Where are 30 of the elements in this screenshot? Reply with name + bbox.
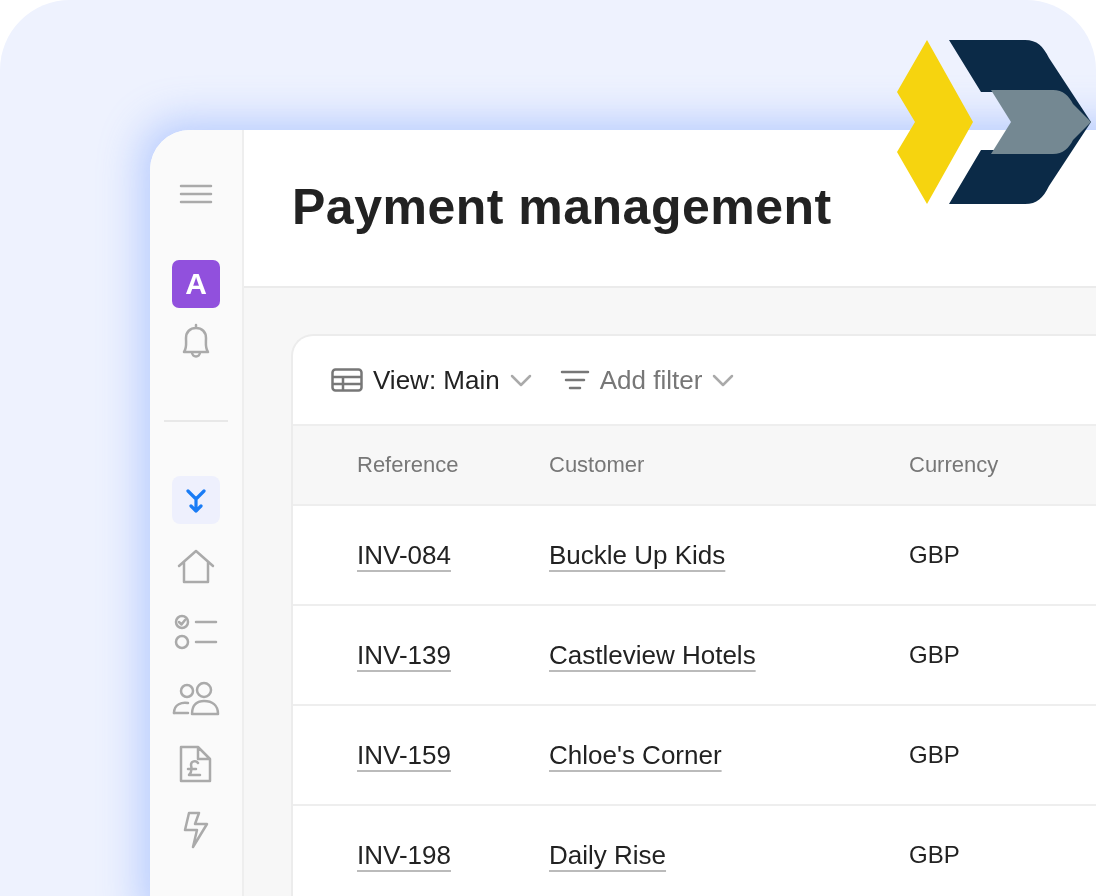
customer-link[interactable]: Castleview Hotels <box>549 639 756 670</box>
customer-link[interactable]: Buckle Up Kids <box>549 539 726 570</box>
filter-dropdown[interactable]: Add filter <box>559 364 735 396</box>
filter-icon <box>559 370 590 390</box>
avatar[interactable]: A <box>172 260 220 308</box>
caret-icon <box>509 373 532 387</box>
people-icon <box>172 680 220 716</box>
reference-link[interactable]: INV-198 <box>357 839 451 870</box>
pound-document-icon <box>178 744 214 784</box>
lightning-bolt-icon <box>181 810 211 850</box>
table-cell: GBP <box>909 641 960 668</box>
table-cell: GBP <box>909 741 960 768</box>
column-header[interactable]: Currency <box>909 452 999 477</box>
customer-link[interactable]: Chloe's Corner <box>549 739 722 770</box>
caret-icon <box>712 373 735 387</box>
reference-link[interactable]: INV-084 <box>357 539 451 570</box>
customer-link[interactable]: Daily Rise <box>549 839 667 870</box>
page-title: Payment management <box>292 178 833 236</box>
home-icon <box>176 548 216 584</box>
nav-button[interactable] <box>172 476 220 524</box>
checklist-icon <box>174 614 218 650</box>
column-header[interactable]: Customer <box>549 452 645 477</box>
table-cell: GBP <box>909 541 960 568</box>
view-dropdown[interactable]: View: Main <box>331 364 532 396</box>
table-cell: GBP <box>909 841 960 868</box>
reference-link[interactable]: INV-139 <box>357 639 451 670</box>
menu-icon <box>179 184 213 204</box>
column-header[interactable]: Reference <box>357 452 459 477</box>
table-icon <box>331 368 363 392</box>
reference-link[interactable]: INV-159 <box>357 739 451 770</box>
